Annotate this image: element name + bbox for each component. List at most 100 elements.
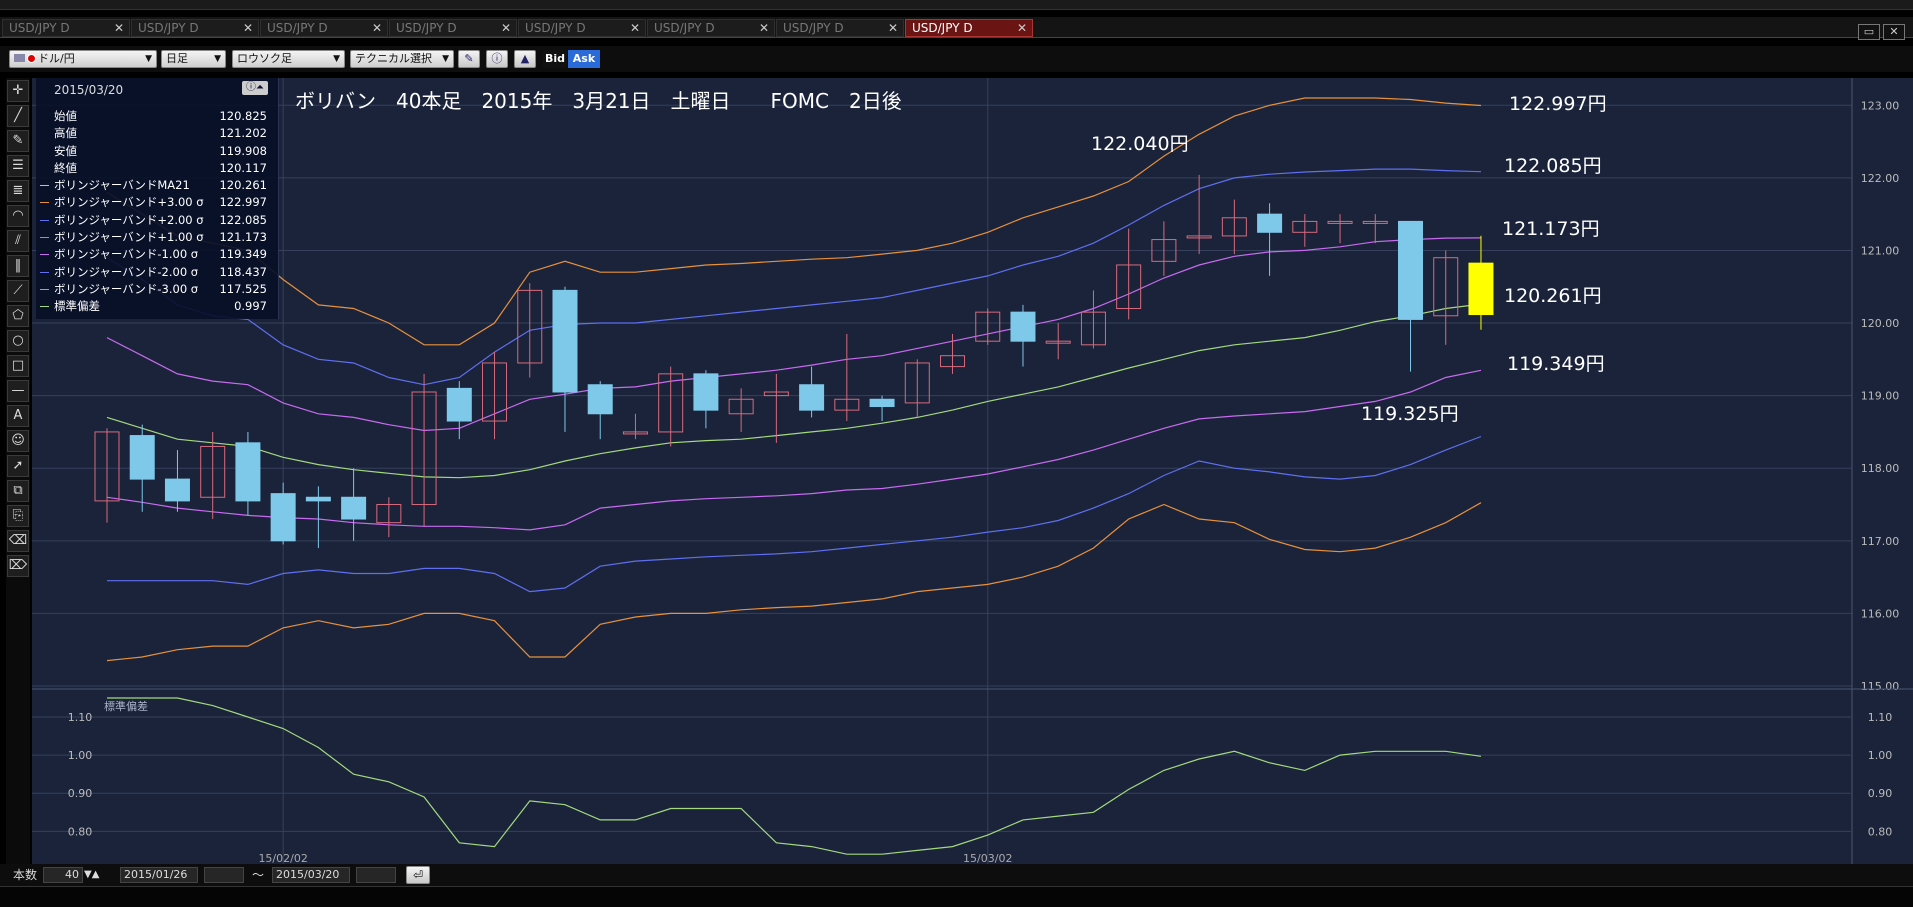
eraser-tool[interactable]: ⌫ <box>7 530 29 552</box>
bid-button[interactable]: Bid <box>543 50 567 68</box>
chevron-down-icon: ▼ <box>442 54 449 64</box>
horizontal-lines-tool[interactable]: ☰ <box>7 155 29 177</box>
chart-type-select[interactable]: ロウソク足 ▼ <box>232 50 345 68</box>
return-button[interactable]: ⏎ <box>406 866 430 884</box>
close-tab-icon[interactable]: ✕ <box>372 20 382 36</box>
close-window-button[interactable]: ✕ <box>1883 24 1905 40</box>
info-row-value: 121.202 <box>219 126 267 141</box>
candle-body <box>235 442 261 502</box>
gridlines <box>32 78 1852 864</box>
count-field[interactable]: 40 <box>43 867 83 883</box>
text-tool[interactable]: A <box>7 405 29 427</box>
info-row-label: 始値 <box>54 109 77 123</box>
sub-y-tick-label-left: 0.90 <box>68 787 93 800</box>
restore-window-button[interactable]: ▭ <box>1858 24 1880 40</box>
status-footer <box>0 886 1913 907</box>
candle-body <box>1010 311 1036 342</box>
tab-usdjpy-4[interactable]: USD/JPY D ✕ <box>518 19 646 37</box>
technical-select[interactable]: テクニカル選択 ▼ <box>350 50 454 68</box>
info-row: ボリンジャーバンドMA21 120.261 <box>36 177 279 194</box>
series-line <box>106 303 1482 479</box>
close-tab-icon[interactable]: ✕ <box>759 20 769 36</box>
info-row-value: 121.173 <box>219 230 267 245</box>
channel-tool[interactable]: ⫽ <box>7 230 29 252</box>
circle-tool[interactable]: ○ <box>7 330 29 352</box>
polygon-tool[interactable]: ⬠ <box>7 305 29 327</box>
to-time-field[interactable] <box>356 867 396 883</box>
to-date-field[interactable]: 2015/03/20 <box>272 867 350 883</box>
series-color-swatch <box>40 271 49 273</box>
multi-lines-tool[interactable]: ≣ <box>7 180 29 202</box>
pentagon-icon: ⬠ <box>12 308 24 323</box>
series-color-swatch <box>40 306 49 308</box>
vertical-lines-tool[interactable]: ‖ <box>7 255 29 277</box>
close-tab-icon[interactable]: ✕ <box>243 20 253 36</box>
fibonacci-arc-tool[interactable]: ◠ <box>7 205 29 227</box>
info-row-label: ボリンジャーバンドMA21 <box>54 178 190 193</box>
count-stepper[interactable]: ▼▲ <box>84 867 99 883</box>
series-line <box>106 369 1482 531</box>
erase-all-tool[interactable]: ⌦ <box>7 555 29 577</box>
text-a-icon: A <box>13 408 23 423</box>
close-tab-icon[interactable]: ✕ <box>630 20 640 36</box>
hline-tool[interactable]: — <box>7 380 29 402</box>
info-row-label: ボリンジャーバンド+2.00 σ <box>54 212 204 227</box>
count-label: 本数 <box>13 868 38 882</box>
tab-bar: USD/JPY D ✕ USD/JPY D ✕ USD/JPY D ✕ USD/JPY D ✕… <box>0 17 1913 38</box>
trendline-tool[interactable]: ╱ <box>7 105 29 127</box>
tab-usdjpy-6[interactable]: USD/JPY D ✕ <box>776 19 904 37</box>
series-color-swatch <box>40 202 49 204</box>
info-row: 安値 119.908 <box>36 143 279 160</box>
tab-usdjpy-0[interactable]: USD/JPY D ✕ <box>2 19 130 37</box>
chevron-down-icon: ▼ <box>214 54 221 64</box>
paste-tool[interactable]: ⎘ <box>7 505 29 527</box>
candlesticks <box>94 174 1494 549</box>
tab-usdjpy-2[interactable]: USD/JPY D ✕ <box>260 19 388 37</box>
info-button[interactable]: ⓘ <box>486 50 508 68</box>
mountain-chart-icon: ▲ <box>520 52 530 65</box>
tab-usdjpy-1[interactable]: USD/JPY D ✕ <box>131 19 259 37</box>
hline-icon: — <box>11 383 25 398</box>
tab-label: USD/JPY D <box>654 21 715 35</box>
copy-tool[interactable]: ⧉ <box>7 480 29 502</box>
tab-label: USD/JPY D <box>783 21 844 35</box>
select-tool[interactable]: ➚ <box>7 455 29 477</box>
chart-style-button[interactable]: ▲ <box>514 50 536 68</box>
erase-all-icon: ⌦ <box>8 558 28 573</box>
from-time-field[interactable] <box>204 867 244 883</box>
y-tick-label: 123.00 <box>1861 99 1900 112</box>
tab-usdjpy-7[interactable]: USD/JPY D ✕ <box>905 19 1033 37</box>
fan-tool[interactable]: ⟋ <box>7 280 29 302</box>
std-dev-line <box>107 697 1482 855</box>
crosshair-tool[interactable]: ✛ <box>7 80 29 102</box>
close-tab-icon[interactable]: ✕ <box>888 20 898 36</box>
close-tab-icon[interactable]: ✕ <box>1017 20 1027 36</box>
candle-body <box>129 435 155 480</box>
from-date-field[interactable]: 2015/01/26 <box>120 867 198 883</box>
info-panel-toggle[interactable]: ⓘ⏶ <box>242 81 268 95</box>
icon-tool[interactable]: ☺ <box>7 430 29 452</box>
pencil-tool[interactable]: ✎ <box>7 130 29 152</box>
rectangle-icon: □ <box>11 358 25 373</box>
info-row-label: 高値 <box>54 126 77 141</box>
tab-usdjpy-3[interactable]: USD/JPY D ✕ <box>389 19 517 37</box>
chart-toolbar: ドル/円 ▼ 日足 ▼ ロウソク足 ▼ テクニカル選択 ▼ ✎ ⓘ ▲ Bid Ask <box>0 46 1913 72</box>
chart-area[interactable]: 115.00 116.00 117.00 118.00 119.00 120.00 121.… <box>32 78 1913 864</box>
rectangle-tool[interactable]: □ <box>7 355 29 377</box>
ask-button[interactable]: Ask <box>568 50 600 68</box>
top-menu-bar <box>0 0 1913 10</box>
y-tick-label: 120.00 <box>1861 317 1900 330</box>
info-row: ボリンジャーバンド+3.00 σ 122.997 <box>36 194 279 211</box>
chart-type-select-value: ロウソク足 <box>237 52 292 65</box>
period-select[interactable]: 日足 ▼ <box>161 50 226 68</box>
info-icon: ⓘ <box>491 52 503 65</box>
draw-pen-button[interactable]: ✎ <box>458 50 480 68</box>
close-tab-icon[interactable]: ✕ <box>501 20 511 36</box>
close-tab-icon[interactable]: ✕ <box>114 20 124 36</box>
info-row: ボリンジャーバンド+2.00 σ 122.085 <box>36 212 279 229</box>
std-dev-panel: 0.80 0.80 0.90 0.90 1.00 1.00 1.10 1.10 標準偏差 <box>32 697 1892 855</box>
chart-title: ボリバン 40本足 2015年 3月21日 土曜日 FOMC 2日後 <box>295 89 902 113</box>
tab-usdjpy-5[interactable]: USD/JPY D ✕ <box>647 19 775 37</box>
info-row-value: 119.908 <box>219 143 267 158</box>
currency-select[interactable]: ドル/円 ▼ <box>9 50 157 68</box>
